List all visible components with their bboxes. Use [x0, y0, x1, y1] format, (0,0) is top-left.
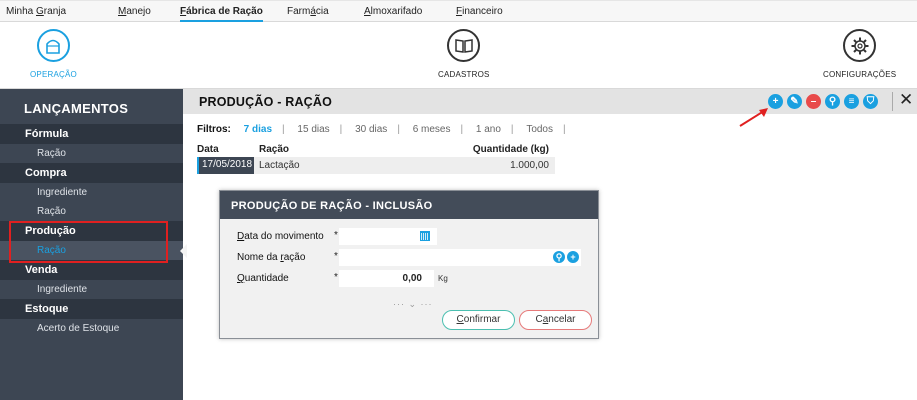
- filter-15-dias[interactable]: 15 dias: [297, 124, 329, 135]
- toolbar-divider: [892, 92, 893, 111]
- nome-racao-label: Nome da ração: [237, 252, 306, 263]
- sidebar-item-formula-racao[interactable]: Ração: [0, 144, 183, 163]
- sidebar-title: LANÇAMENTOS: [0, 89, 183, 122]
- sidebar-item-compra-ingrediente[interactable]: Ingrediente: [0, 183, 183, 202]
- tab-fabrica-de-racao[interactable]: Fábrica de Ração: [180, 6, 263, 22]
- tab-manejo[interactable]: Manejo: [118, 6, 151, 17]
- delete-button[interactable]: –: [806, 94, 821, 109]
- calendar-icon[interactable]: [420, 231, 430, 241]
- tab-almoxarifado[interactable]: Almoxarifado: [364, 6, 422, 17]
- required-marker: *: [334, 230, 338, 241]
- module-configuracoes-label: CONFIGURAÇÕES: [823, 70, 897, 79]
- table-row[interactable]: 17/05/2018 Lactação 1.000,00: [197, 157, 555, 174]
- sidebar-section-formula[interactable]: Fórmula: [0, 124, 183, 144]
- quantidade-input[interactable]: 0,00: [339, 270, 434, 287]
- cancel-button[interactable]: Cancelar: [519, 310, 592, 330]
- nome-racao-input[interactable]: [339, 249, 581, 266]
- sidebar-item-compra-racao[interactable]: Ração: [0, 202, 183, 221]
- required-marker: *: [334, 251, 338, 262]
- book-icon: [455, 38, 473, 53]
- dialog-title: PRODUÇÃO DE RAÇÃO - INCLUSÃO: [220, 191, 598, 219]
- add-button[interactable]: +: [768, 94, 783, 109]
- content-header: PRODUÇÃO - RAÇÃO + ✎ – ⚲ ≡ ⛉ ✕: [183, 89, 917, 114]
- filter-todos[interactable]: Todos: [526, 124, 553, 135]
- tab-farmacia[interactable]: Farmácia: [287, 6, 329, 17]
- close-icon[interactable]: ✕: [899, 90, 913, 110]
- sidebar-section-compra[interactable]: Compra: [0, 163, 183, 183]
- report-button[interactable]: ≡: [844, 94, 859, 109]
- column-data[interactable]: Data: [197, 144, 219, 155]
- row-quantidade: 1.000,00: [510, 160, 549, 171]
- quantidade-value: 0,00: [402, 273, 422, 284]
- page-title: PRODUÇÃO - RAÇÃO: [199, 95, 333, 109]
- module-configuracoes[interactable]: CONFIGURAÇÕES: [823, 29, 896, 79]
- module-operacao[interactable]: OPERAÇÃO: [30, 29, 77, 79]
- gear-icon: [851, 37, 869, 54]
- unit-label: Kg: [438, 274, 448, 283]
- filter-30-dias[interactable]: 30 dias: [355, 124, 387, 135]
- edit-button[interactable]: ✎: [787, 94, 802, 109]
- data-movimento-label: Data do movimento: [237, 231, 324, 242]
- confirm-button[interactable]: Confirmar: [442, 310, 515, 330]
- tab-financeiro[interactable]: Financeiro: [456, 6, 503, 17]
- tab-minha-granja[interactable]: Minha Granja: [6, 6, 66, 17]
- add-icon[interactable]: +: [567, 251, 579, 263]
- filter-button[interactable]: ⛉: [863, 94, 878, 109]
- module-bar: OPERAÇÃO CADASTROS CONFIGURAÇÕES: [0, 23, 917, 89]
- filter-6-meses[interactable]: 6 meses: [413, 124, 451, 135]
- sidebar-item-acerto-de-estoque[interactable]: Acerto de Estoque: [0, 319, 183, 338]
- expand-more-toggle[interactable]: ··· ⌄ ···: [393, 299, 433, 310]
- filter-bar: Filtros: 7 dias | 15 dias | 30 dias | 6 mes…: [197, 124, 566, 135]
- module-cadastros-label: CADASTROS: [438, 70, 490, 79]
- row-racao: Lactação: [259, 160, 300, 171]
- inclusion-dialog: PRODUÇÃO DE RAÇÃO - INCLUSÃO Data do mov…: [219, 190, 599, 339]
- sidebar-item-venda-ingrediente[interactable]: Ingrediente: [0, 280, 183, 299]
- column-quantidade[interactable]: Quantidade (kg): [473, 144, 549, 155]
- field-data-movimento: Data do movimento *: [220, 228, 600, 245]
- sidebar: LANÇAMENTOS Fórmula Ração Compra Ingredi…: [0, 89, 183, 400]
- red-arrow-annotation: [739, 108, 768, 127]
- required-marker: *: [334, 272, 338, 283]
- silo-icon: [46, 39, 61, 54]
- active-pointer: [180, 244, 187, 258]
- sidebar-section-venda[interactable]: Venda: [0, 260, 183, 280]
- top-menu-bar: Minha Granja Manejo Fábrica de Ração Far…: [0, 0, 917, 22]
- field-nome-racao: Nome da ração * ⚲ +: [220, 249, 600, 266]
- sidebar-section-estoque[interactable]: Estoque: [0, 299, 183, 319]
- search-icon[interactable]: ⚲: [553, 251, 565, 263]
- module-operacao-label: OPERAÇÃO: [30, 70, 77, 79]
- field-quantidade: Quantidade * 0,00 Kg: [220, 270, 600, 287]
- filter-1-ano[interactable]: 1 ano: [476, 124, 501, 135]
- filters-label: Filtros:: [197, 124, 231, 135]
- quantidade-label: Quantidade: [237, 273, 289, 284]
- row-date: 17/05/2018: [197, 157, 254, 174]
- search-button[interactable]: ⚲: [825, 94, 840, 109]
- column-racao[interactable]: Ração: [259, 144, 289, 155]
- filter-7-dias[interactable]: 7 dias: [244, 124, 272, 135]
- module-cadastros[interactable]: CADASTROS: [438, 29, 490, 79]
- selection-highlight-box: [9, 221, 168, 263]
